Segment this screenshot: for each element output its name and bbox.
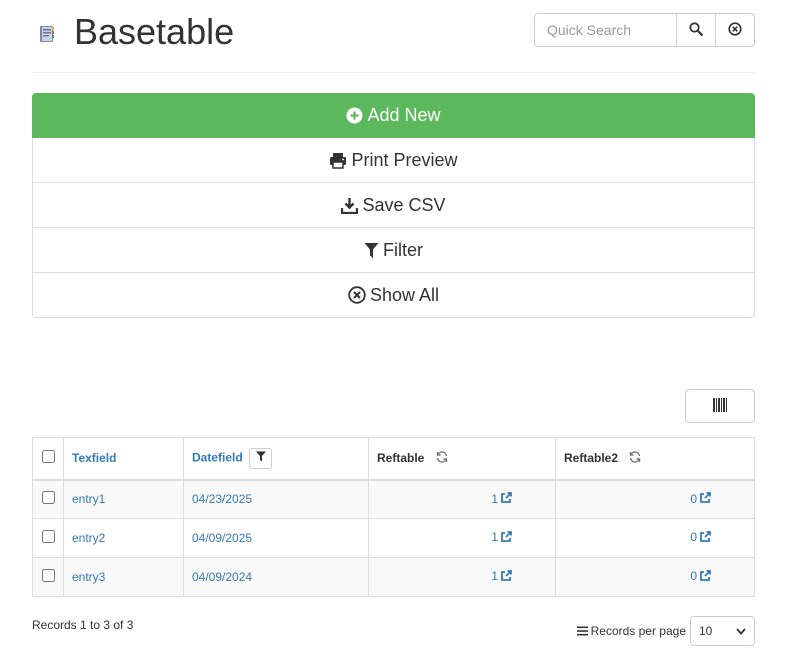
filter-button[interactable]: Filter	[32, 228, 755, 273]
times-circle-icon	[348, 286, 366, 304]
list-icon	[576, 626, 588, 636]
print-preview-button[interactable]: Print Preview	[32, 138, 755, 183]
show-all-label: Show All	[369, 284, 440, 305]
external-link-icon	[699, 569, 711, 585]
search-icon	[689, 21, 703, 39]
row-select-cell	[32, 557, 64, 597]
filter-label: Filter	[383, 239, 423, 260]
book-icon	[37, 24, 57, 44]
add-new-button[interactable]: Add New	[32, 93, 755, 138]
chevron-down-icon	[736, 624, 746, 638]
external-link-icon	[500, 569, 512, 585]
texfield-link[interactable]: entry1	[72, 492, 105, 506]
print-preview-label: Print Preview	[351, 149, 458, 170]
columns-icon	[713, 397, 727, 415]
save-csv-label: Save CSV	[362, 194, 446, 215]
refresh-icon[interactable]	[629, 451, 641, 466]
clear-search-button[interactable]	[716, 13, 755, 47]
save-csv-button[interactable]: Save CSV	[32, 183, 755, 228]
texfield-cell: entry2	[63, 518, 184, 558]
reftable2-cell: 0	[555, 518, 755, 558]
datefield-cell: 04/23/2025	[183, 479, 369, 519]
filter-icon	[364, 242, 379, 259]
datefield-filter-toggle[interactable]	[249, 447, 273, 469]
texfield-cell: entry3	[63, 557, 184, 597]
datefield-link[interactable]: 04/23/2025	[192, 492, 252, 506]
reftable-cell: 1	[368, 518, 556, 558]
refresh-icon[interactable]	[436, 451, 448, 466]
records-info: Records 1 to 3 of 3	[32, 618, 134, 632]
select-all-checkbox[interactable]	[41, 450, 55, 464]
row-checkbox[interactable]	[41, 491, 55, 505]
search-button[interactable]	[677, 13, 716, 47]
external-link-icon	[500, 492, 512, 507]
texfield-link[interactable]: entry3	[72, 570, 105, 584]
records-per-page-label: Records per page	[576, 624, 686, 638]
reftable2-count: 0	[690, 491, 697, 506]
reftable2-link[interactable]: 0	[690, 569, 711, 583]
texfield-link[interactable]: entry2	[72, 531, 105, 545]
reftable-link[interactable]: 1	[491, 530, 512, 544]
texfield-cell: entry1	[63, 479, 184, 519]
data-table: Texfield Datefield Reftable Reftable2 en…	[32, 437, 755, 597]
reftable-count: 1	[491, 491, 498, 506]
filter-icon	[255, 451, 266, 465]
reftable-cell: 1	[368, 557, 556, 597]
reftable2-cell: 0	[555, 479, 755, 519]
reftable2-cell: 0	[555, 557, 755, 597]
row-select-cell	[32, 479, 64, 519]
reftable2-link[interactable]: 0	[690, 530, 711, 544]
row-checkbox[interactable]	[41, 569, 55, 582]
datefield-link[interactable]: 04/09/2024	[192, 570, 252, 584]
times-circle-icon	[728, 21, 742, 39]
datefield-link[interactable]: 04/09/2025	[192, 531, 252, 545]
table-row: entry2 04/09/2025 1 0	[32, 518, 755, 558]
quick-search-group	[534, 13, 755, 47]
datefield-cell: 04/09/2025	[183, 518, 369, 558]
column-header-reftable: Reftable	[368, 437, 556, 481]
datefield-sort-link[interactable]: Datefield	[192, 450, 243, 464]
reftable-count: 1	[491, 569, 498, 584]
row-checkbox[interactable]	[41, 530, 55, 543]
plus-circle-icon	[346, 107, 363, 124]
reftable-cell: 1	[368, 479, 556, 519]
records-per-page-select[interactable]: 10	[690, 616, 755, 646]
reftable2-link[interactable]: 0	[690, 492, 711, 506]
quick-search-input[interactable]	[534, 13, 677, 47]
external-link-icon	[500, 530, 512, 546]
records-per-page-text: Records per page	[590, 624, 686, 638]
select-all-cell	[32, 437, 64, 481]
reftable-link[interactable]: 1	[491, 569, 512, 583]
table-header-row: Texfield Datefield Reftable Reftable2	[32, 437, 755, 481]
column-header-datefield[interactable]: Datefield	[183, 437, 369, 481]
reftable-link[interactable]: 1	[491, 492, 512, 506]
column-header-texfield[interactable]: Texfield	[63, 437, 184, 481]
table-row: entry1 04/23/2025 1 0	[32, 479, 755, 519]
external-link-icon	[699, 492, 711, 507]
table-row: entry3 04/09/2024 1 0	[32, 557, 755, 597]
reftable-header-label: Reftable	[377, 450, 425, 465]
row-select-cell	[32, 518, 64, 558]
page-title: Basetable	[74, 11, 235, 52]
column-header-reftable2: Reftable2	[555, 437, 755, 481]
reftable2-count: 0	[690, 569, 697, 584]
datefield-cell: 04/09/2024	[183, 557, 369, 597]
texfield-sort-link[interactable]: Texfield	[72, 451, 116, 465]
reftable2-header-label: Reftable2	[564, 450, 619, 465]
reftable2-count: 0	[690, 530, 697, 545]
page-header: Basetable	[32, 0, 755, 73]
external-link-icon	[699, 530, 711, 546]
action-list: Add New Print Preview Save CSV Filter Sh…	[32, 93, 755, 318]
column-picker-button[interactable]	[685, 389, 755, 423]
reftable-count: 1	[491, 530, 498, 545]
download-icon	[341, 197, 359, 214]
add-new-label: Add New	[367, 105, 441, 125]
show-all-button[interactable]: Show All	[32, 273, 755, 318]
print-icon	[329, 152, 347, 169]
records-per-page: Records per page 10	[576, 616, 755, 646]
records-per-page-value: 10	[699, 624, 713, 638]
